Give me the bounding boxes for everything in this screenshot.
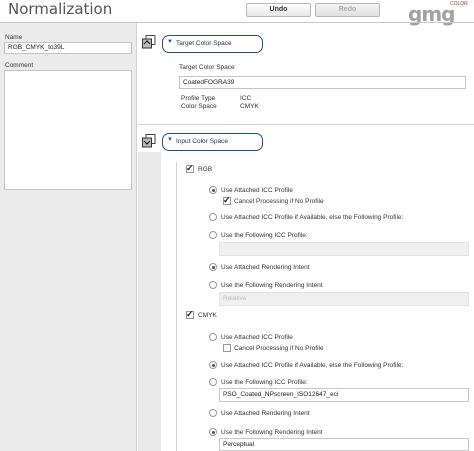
color-space-value: CMYK xyxy=(240,103,259,110)
cmyk-opt-attached-label: Use Attached ICC Profile xyxy=(221,334,293,341)
target-color-space-select[interactable]: CoatedFOGRA39 xyxy=(179,76,466,89)
rgb-radio-following-profile[interactable] xyxy=(209,231,217,239)
section-divider xyxy=(138,124,474,125)
name-input[interactable]: RGB_CMYK_to39L xyxy=(4,42,132,54)
cmyk-cancel-label: Cancel Processing if No Profile xyxy=(234,345,324,352)
rgb-profile-field[interactable] xyxy=(219,242,469,256)
rgb-checkbox[interactable]: ✓ xyxy=(186,163,194,173)
comment-textarea[interactable] xyxy=(4,70,132,190)
input-section-icon xyxy=(142,134,156,148)
indent-guide-line xyxy=(176,162,177,451)
rgb-intent-field[interactable]: Relative xyxy=(219,292,469,306)
rgb-opt-attached-intent-label: Use Attached Rendering Intent xyxy=(221,264,310,271)
cmyk-radio-attached-intent[interactable] xyxy=(209,409,217,417)
rgb-cancel-label: Cancel Processing if No Profile xyxy=(234,198,324,205)
cmyk-profile-field[interactable]: PSO_Coated_NPscreen_ISO12647_eci xyxy=(219,388,469,402)
check-icon: ✓ xyxy=(186,309,194,319)
cmyk-radio-following-profile[interactable] xyxy=(209,378,217,386)
input-section-label: Input Color Space xyxy=(176,138,229,145)
rgb-label: RGB xyxy=(198,166,213,173)
cmyk-cancel-checkbox[interactable] xyxy=(223,344,231,352)
rgb-opt-following-intent-label: Use the Following Rendering Intent xyxy=(221,282,323,289)
cmyk-opt-following-label: Use the Following ICC Profile: xyxy=(221,379,308,386)
rgb-opt-attached-label: Use Attached ICC Profile xyxy=(221,187,293,194)
rgb-cancel-checkbox[interactable]: ✓ xyxy=(223,195,231,205)
undo-button[interactable]: Undo xyxy=(246,3,311,17)
logo-subtext: COLOR xyxy=(450,1,468,7)
expand-triangle-icon: ▼ xyxy=(167,39,173,45)
indent-gutter xyxy=(138,152,161,451)
check-icon: ✓ xyxy=(186,163,194,173)
cmyk-opt-following-intent-label: Use the Following Rendering Intent xyxy=(221,429,323,436)
input-color-space-section-header[interactable]: ▼ Input Color Space xyxy=(162,133,263,151)
name-label: Name xyxy=(5,34,23,41)
cmyk-radio-following-intent[interactable] xyxy=(209,428,217,436)
expand-triangle-icon: ▼ xyxy=(167,137,173,143)
radio-selected-dot xyxy=(211,188,215,192)
target-section-label: Target Color Space xyxy=(176,40,232,47)
page-title: Normalization xyxy=(8,0,113,18)
cmyk-radio-attached-profile[interactable] xyxy=(209,333,217,341)
cmyk-intent-field[interactable]: Perceptual xyxy=(219,438,469,451)
cmyk-label: CMYK xyxy=(198,312,217,319)
rgb-opt-following-label: Use the Following ICC Profile: xyxy=(221,232,308,239)
radio-selected-dot xyxy=(211,363,215,367)
rgb-radio-if-available[interactable] xyxy=(209,213,217,221)
target-field-label: Target Color Space xyxy=(179,64,235,71)
cmyk-opt-attached-intent-label: Use Attached Rendering Intent xyxy=(221,410,310,417)
radio-selected-dot xyxy=(211,265,215,269)
target-color-space-section-header[interactable]: ▼ Target Color Space xyxy=(162,35,263,53)
profile-type-label: Profile Type xyxy=(181,95,216,102)
redo-button[interactable]: Redo xyxy=(315,3,380,17)
color-space-label: Color Space xyxy=(181,103,217,110)
check-icon: ✓ xyxy=(223,195,231,205)
cmyk-opt-if-available-label: Use Attached ICC Profile if Available, e… xyxy=(221,362,404,369)
cmyk-radio-if-available[interactable] xyxy=(209,361,217,369)
rgb-opt-if-available-label: Use Attached ICC Profile if Available, e… xyxy=(221,214,404,221)
target-section-icon xyxy=(142,35,156,49)
profile-type-value: ICC xyxy=(240,95,252,102)
comment-label: Comment xyxy=(5,62,34,69)
rgb-radio-following-intent[interactable] xyxy=(209,281,217,289)
rgb-radio-attached-intent[interactable] xyxy=(209,263,217,271)
cmyk-checkbox[interactable]: ✓ xyxy=(186,309,194,319)
radio-selected-dot xyxy=(211,430,215,434)
rgb-radio-attached-profile[interactable] xyxy=(209,186,217,194)
